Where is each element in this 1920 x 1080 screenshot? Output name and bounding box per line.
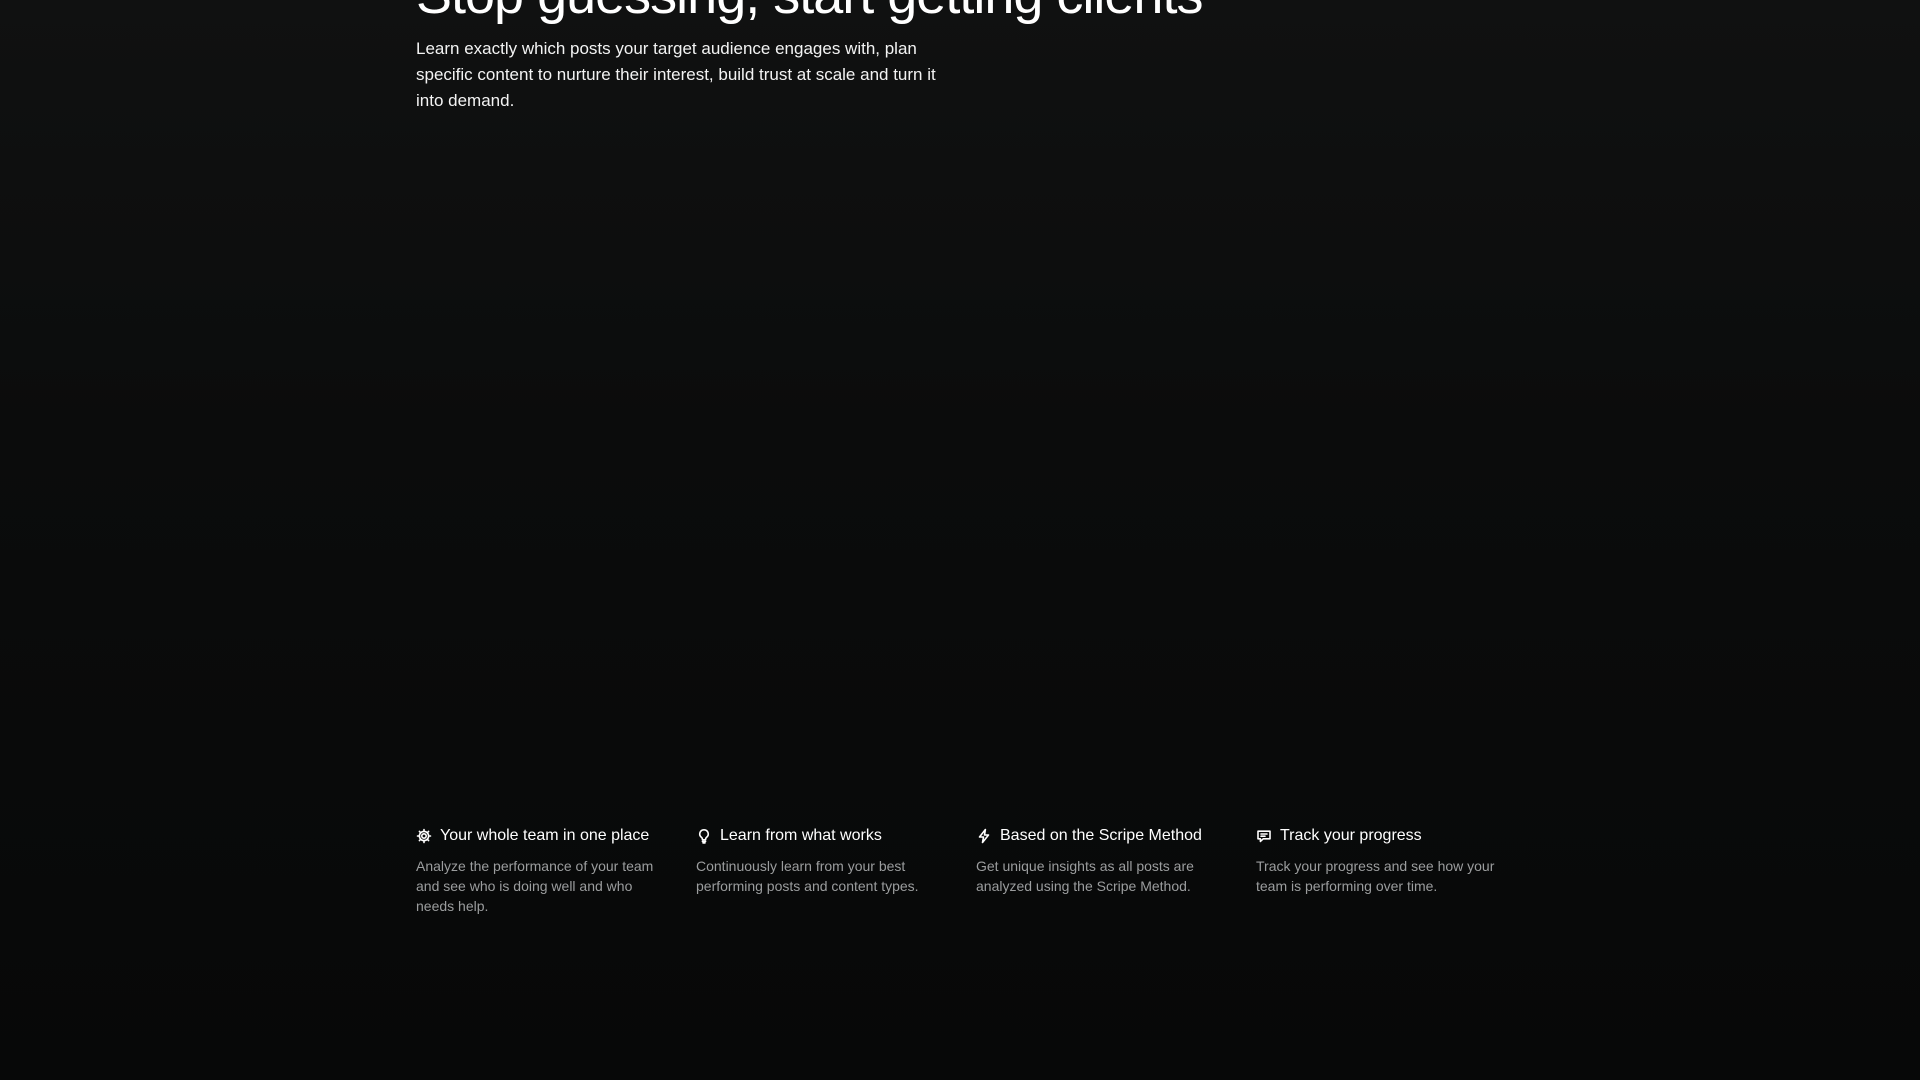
feature-title: Learn from what works	[720, 827, 882, 844]
feature-header: Based on the Scripe Method	[976, 824, 1224, 848]
page: Stop guessing, start getting clients Lea…	[0, 0, 1920, 1080]
feature-learn: Learn from what works Continuously learn…	[696, 824, 944, 916]
feature-header: Track your progress	[1256, 824, 1504, 848]
feature-header: Your whole team in one place	[416, 824, 664, 848]
hero-description: Learn exactly which posts your target au…	[416, 39, 936, 110]
lightning-icon	[976, 828, 992, 844]
feature-description: Analyze the performance of your team and…	[416, 858, 654, 914]
feature-description: Get unique insights as all posts are ana…	[976, 858, 1194, 894]
feature-header: Learn from what works	[696, 824, 944, 848]
feature-title: Track your progress	[1280, 827, 1422, 844]
feature-team: Your whole team in one place Analyze the…	[416, 824, 664, 916]
chat-icon	[1256, 828, 1272, 844]
feature-title: Based on the Scripe Method	[1000, 827, 1202, 844]
feature-description: Continuously learn from your best perfor…	[696, 858, 919, 894]
features-row: Your whole team in one place Analyze the…	[416, 824, 1504, 916]
hero-title: Stop guessing, start getting clients	[416, 0, 1203, 25]
feature-title: Your whole team in one place	[440, 827, 650, 844]
feature-method: Based on the Scripe Method Get unique in…	[976, 824, 1224, 916]
feature-progress: Track your progress Track your progress …	[1256, 824, 1504, 916]
lightbulb-icon	[696, 828, 712, 844]
gear-icon	[416, 828, 432, 844]
feature-description: Track your progress and see how your tea…	[1256, 858, 1495, 894]
